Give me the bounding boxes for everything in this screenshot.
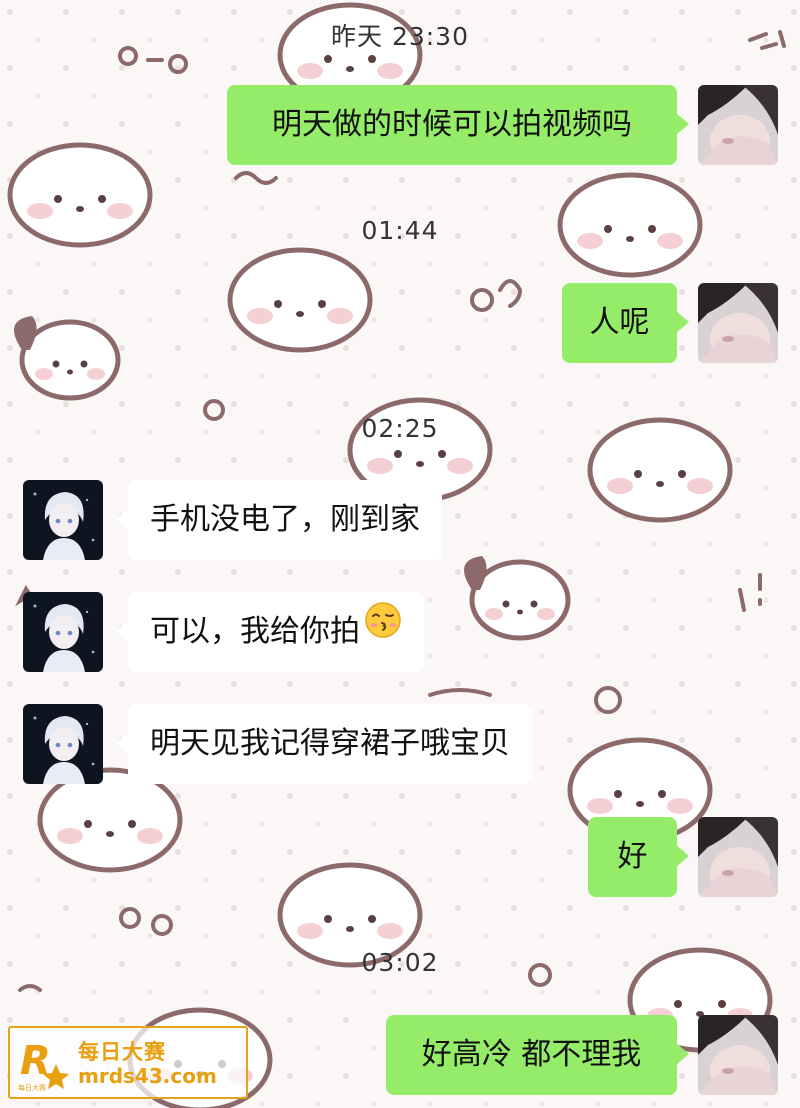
svg-text:每日大赛: 每日大赛 bbox=[18, 1083, 46, 1092]
my-avatar[interactable] bbox=[698, 85, 778, 165]
watermark-logo-icon: R 每日大赛 bbox=[18, 1038, 69, 1092]
incoming-bubble[interactable]: 可以，我给你拍 bbox=[116, 590, 424, 672]
incoming-bubble[interactable]: 手机没电了，刚到家 bbox=[116, 480, 442, 560]
chat-area[interactable]: 昨天 23:30 明天做的时候可以拍视频吗 01:44 人呢 02:25 手机没… bbox=[0, 0, 800, 1108]
timestamp: 昨天 23:30 bbox=[331, 22, 469, 51]
kissing-face-icon bbox=[364, 590, 402, 670]
watermark: R 每日大赛 每日大赛 mrds43.com bbox=[8, 1026, 248, 1099]
timestamp: 03:02 bbox=[361, 948, 439, 977]
contact-avatar[interactable] bbox=[23, 592, 103, 672]
message-text: 可以，我给你拍 bbox=[150, 614, 360, 649]
svg-text:R: R bbox=[20, 1038, 51, 1084]
contact-avatar[interactable] bbox=[23, 704, 103, 784]
outgoing-bubble[interactable]: 好高冷 都不理我 bbox=[386, 1015, 689, 1095]
outgoing-bubble[interactable]: 好 bbox=[588, 817, 689, 897]
my-avatar[interactable] bbox=[698, 1015, 778, 1095]
my-avatar[interactable] bbox=[698, 283, 778, 363]
outgoing-bubble[interactable]: 人呢 bbox=[562, 283, 689, 363]
watermark-url: mrds43.com bbox=[78, 1064, 217, 1088]
timestamp: 02:25 bbox=[361, 414, 439, 443]
timestamp: 01:44 bbox=[361, 216, 439, 245]
outgoing-bubble[interactable]: 明天做的时候可以拍视频吗 bbox=[227, 85, 689, 165]
incoming-bubble[interactable]: 明天见我记得穿裙子哦宝贝 bbox=[116, 704, 532, 784]
contact-avatar[interactable] bbox=[23, 480, 103, 560]
my-avatar[interactable] bbox=[698, 817, 778, 897]
watermark-title: 每日大赛 bbox=[78, 1040, 166, 1064]
